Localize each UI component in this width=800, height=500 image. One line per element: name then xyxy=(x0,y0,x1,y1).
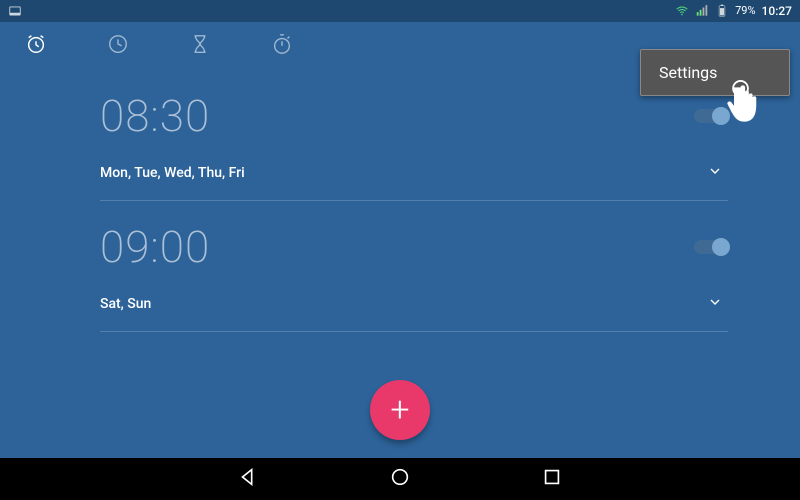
plus-icon: + xyxy=(390,393,409,427)
stopwatch-icon xyxy=(271,33,293,59)
alarm-item[interactable]: 09:00 Sat, Sun xyxy=(100,201,728,332)
alarm-time[interactable]: 09:00 xyxy=(100,221,210,273)
recent-apps-icon xyxy=(541,473,563,492)
alarm-item[interactable]: 08:30 Mon, Tue, Wed, Thu, Fri xyxy=(100,70,728,201)
tab-stopwatch[interactable] xyxy=(262,26,302,66)
navigation-bar xyxy=(0,458,800,500)
nav-home-button[interactable] xyxy=(389,466,411,492)
signal-icon xyxy=(695,4,709,19)
tab-clock[interactable] xyxy=(98,26,138,66)
hourglass-icon xyxy=(189,33,211,59)
alarm-time[interactable]: 08:30 xyxy=(100,90,210,142)
alarm-list: 08:30 Mon, Tue, Wed, Thu, Fri 09:00 Sat,… xyxy=(0,70,800,458)
status-clock: 10:27 xyxy=(762,4,792,18)
nav-back-button[interactable] xyxy=(237,466,259,492)
home-icon xyxy=(389,473,411,492)
alarm-toggle[interactable] xyxy=(694,240,728,254)
expand-button[interactable] xyxy=(702,160,728,186)
expand-button[interactable] xyxy=(702,291,728,317)
screenshot-icon xyxy=(8,4,22,19)
nav-recent-button[interactable] xyxy=(541,466,563,492)
add-alarm-button[interactable]: + xyxy=(370,380,430,440)
alarm-days: Mon, Tue, Wed, Thu, Fri xyxy=(100,165,245,181)
battery-icon xyxy=(715,4,729,19)
tab-alarm[interactable] xyxy=(16,26,56,66)
tab-timer[interactable] xyxy=(180,26,220,66)
alarm-days: Sat, Sun xyxy=(100,296,151,312)
clock-icon xyxy=(107,33,129,59)
status-bar: 79% 10:27 xyxy=(0,0,800,22)
alarm-toggle[interactable] xyxy=(694,109,728,123)
back-icon xyxy=(237,473,259,492)
battery-percentage: 79% xyxy=(735,4,755,17)
wifi-icon xyxy=(675,4,689,19)
chevron-down-icon xyxy=(707,163,723,183)
chevron-down-icon xyxy=(707,294,723,314)
alarm-icon xyxy=(25,33,47,59)
